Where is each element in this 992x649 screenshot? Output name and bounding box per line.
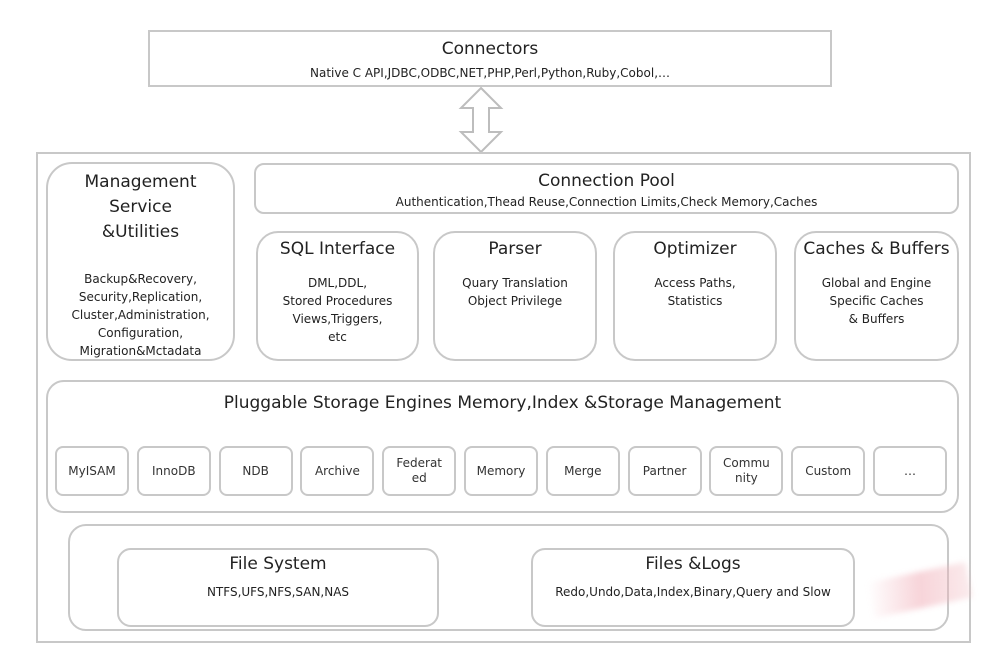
- engine-box: Memory: [464, 446, 538, 496]
- text-line: &Utilities: [101, 222, 180, 242]
- module-box-caches-buffers: Caches & Buffers Global and Engine Specifi…: [794, 231, 959, 361]
- connectors-subtitle: Native C API,JDBC,ODBC,NET,PHP,Perl,Pyth…: [309, 66, 671, 80]
- file-system-title: File System: [229, 554, 327, 574]
- module-box-sql-interface: SQL Interface DML,DDL, Stored Procedures Vi…: [256, 231, 419, 361]
- engine-box: Federat ed: [382, 446, 457, 496]
- text-line: Service: [109, 197, 172, 217]
- text-line: Backup&Recovery,: [84, 272, 197, 286]
- text-line: Specific Caches: [829, 294, 924, 308]
- module-box-optimizer: Optimizer Access Paths, Statistics: [613, 231, 777, 361]
- module-title: Caches & Buffers: [803, 239, 950, 259]
- mysql-architecture-diagram: Connectors Native C API,JDBC,ODBC,NET,PH…: [0, 0, 992, 649]
- module-title: Optimizer: [653, 239, 737, 259]
- text-line: Object Privilege: [467, 294, 563, 308]
- text-line: Configuration,: [97, 326, 184, 340]
- text-line: Statistics: [667, 294, 723, 308]
- text-line: etc: [328, 330, 347, 344]
- module-description: Access Paths, Statistics: [615, 274, 775, 310]
- module-description: DML,DDL, Stored Procedures Views,Triggers,…: [258, 274, 417, 346]
- files-logs-box: Files &Logs Redo,Undo,Data,Index,Binary,…: [531, 548, 855, 627]
- connection-pool-box: Connection Pool Authentication,Thead Reu…: [254, 163, 959, 214]
- double-arrow-icon: [458, 86, 504, 154]
- text-line: & Buffers: [848, 312, 905, 326]
- text-line: Security,Replication,: [78, 290, 203, 304]
- connection-pool-subtitle: Authentication,Thead Reuse,Connection Li…: [395, 195, 818, 209]
- files-logs-subtitle: Redo,Undo,Data,Index,Binary,Query and Sl…: [555, 585, 831, 599]
- file-system-box: File System NTFS,UFS,NFS,SAN,NAS: [117, 548, 439, 627]
- text-line: Cluster,Administration,: [71, 308, 210, 322]
- module-title: Parser: [488, 239, 542, 259]
- engine-box: MyISAM: [55, 446, 129, 496]
- storage-title: Pluggable Storage Engines Memory,Index &…: [223, 393, 782, 413]
- module-box-parser: Parser Quary Translation Object Privilege: [433, 231, 597, 361]
- management-items: Backup&Recovery, Security,Replication, Clu…: [48, 270, 233, 360]
- engine-box: Archive: [300, 446, 375, 496]
- module-description: Quary Translation Object Privilege: [435, 274, 595, 310]
- engine-box: NDB: [218, 446, 293, 496]
- module-title: SQL Interface: [279, 239, 396, 259]
- connectors-title: Connectors: [441, 39, 539, 59]
- text-line: Stored Procedures: [282, 294, 393, 308]
- engine-box: InnoDB: [136, 446, 211, 496]
- connectors-box: Connectors Native C API,JDBC,ODBC,NET,PH…: [148, 30, 832, 87]
- text-line: Migration&Mctadata: [79, 344, 202, 358]
- engine-box: Merge: [545, 446, 620, 496]
- text-line: Quary Translation: [462, 276, 568, 290]
- management-title: Management Service &Utilities: [48, 170, 233, 245]
- management-box: Management Service &Utilities Backup&Recov…: [46, 162, 235, 361]
- engine-box: Commu nity: [709, 446, 784, 496]
- file-system-subtitle: NTFS,UFS,NFS,SAN,NAS: [206, 585, 350, 599]
- connection-pool-title: Connection Pool: [538, 171, 675, 191]
- text-line: Management: [84, 172, 197, 192]
- engine-box: …: [873, 446, 947, 496]
- text-line: DML,DDL,: [307, 276, 368, 290]
- module-description: Global and Engine Specific Caches & Buffer…: [796, 274, 957, 328]
- engine-box: Custom: [791, 446, 866, 496]
- text-line: Access Paths,: [654, 276, 736, 290]
- engine-box: Partner: [627, 446, 702, 496]
- text-line: Views,Triggers,: [292, 312, 383, 326]
- files-logs-title: Files &Logs: [645, 554, 741, 574]
- text-line: Global and Engine: [821, 276, 932, 290]
